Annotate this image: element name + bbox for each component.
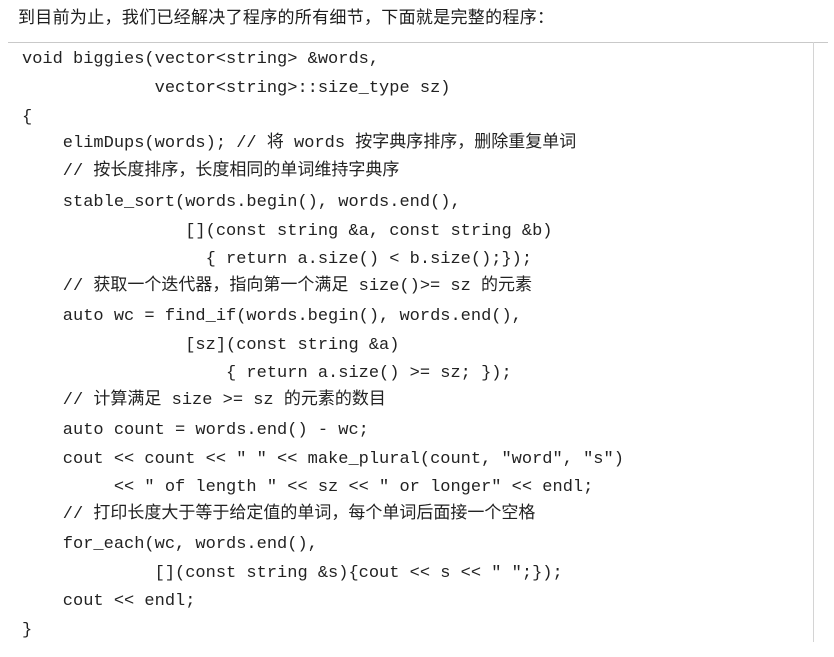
code-line-16: << " of length " << sz << " or longer" <… bbox=[22, 478, 594, 497]
code-line-7: [](const string &a, const string &b) bbox=[22, 222, 553, 241]
code-line-14: auto count = words.end() - wc; bbox=[22, 421, 369, 440]
code-line-15: cout << count << " " << make_plural(coun… bbox=[22, 450, 624, 469]
code-line-21: } bbox=[22, 621, 33, 640]
code-line-19: [](const string &s){cout << s << " ";}); bbox=[22, 564, 563, 583]
code-line-6: stable_sort(words.begin(), words.end(), bbox=[22, 193, 461, 212]
code-line-10: auto wc = find_if(words.begin(), words.e… bbox=[22, 307, 522, 326]
code-line-5: // 按长度排序，长度相同的单词维持字典序 bbox=[22, 162, 400, 181]
code-line-1: void biggies(vector<string> &words, bbox=[22, 50, 380, 69]
code-line-20: cout << endl; bbox=[22, 592, 196, 611]
code-line-18: for_each(wc, words.end(), bbox=[22, 535, 318, 554]
code-line-11: [sz](const string &a) bbox=[22, 336, 400, 355]
code-block: void biggies(vector<string> &words, vect… bbox=[0, 0, 834, 657]
code-line-9: // 获取一个迭代器，指向第一个满足 size()>= sz 的元素 bbox=[22, 277, 533, 296]
code-line-13: // 计算满足 size >= sz 的元素的数目 bbox=[22, 391, 386, 410]
code-line-8: { return a.size() < b.size();}); bbox=[22, 250, 533, 269]
code-line-17: // 打印长度大于等于给定值的单词，每个单词后面接一个空格 bbox=[22, 505, 536, 524]
code-line-4: elimDups(words); // 将 words 按字典序排序，删除重复单… bbox=[22, 134, 577, 153]
code-line-12: { return a.size() >= sz; }); bbox=[22, 364, 512, 383]
code-line-3: { bbox=[22, 108, 33, 127]
code-line-2: vector<string>::size_type sz) bbox=[22, 79, 451, 98]
